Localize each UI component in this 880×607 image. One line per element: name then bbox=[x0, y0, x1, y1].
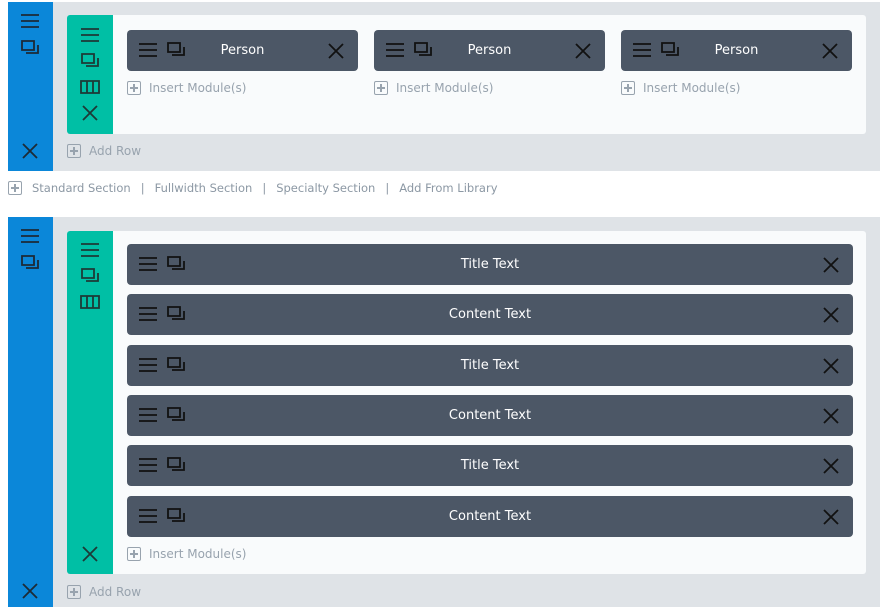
plus-icon bbox=[621, 81, 635, 95]
insert-module-label: Insert Module(s) bbox=[396, 81, 494, 95]
add-section-links: Standard Section | Fullwidth Section | S… bbox=[8, 181, 498, 195]
module-label: Person bbox=[220, 43, 265, 58]
plus-icon bbox=[8, 181, 22, 195]
duplicate-icon[interactable] bbox=[80, 52, 100, 70]
insert-module-button[interactable]: Insert Module(s) bbox=[127, 547, 246, 561]
close-icon[interactable] bbox=[821, 357, 841, 375]
plus-icon bbox=[374, 81, 388, 95]
module-label: Content Text bbox=[448, 307, 532, 322]
module-label: Content Text bbox=[448, 509, 532, 524]
drag-handle-icon[interactable] bbox=[138, 305, 158, 323]
duplicate-icon[interactable] bbox=[660, 41, 680, 59]
module-label: Content Text bbox=[448, 408, 532, 423]
drag-handle-icon[interactable] bbox=[138, 255, 158, 273]
module-title-text[interactable]: Title Text bbox=[127, 345, 853, 386]
section-2-toolbar bbox=[8, 217, 53, 607]
module-person[interactable]: Person bbox=[374, 30, 605, 71]
drag-handle-icon[interactable] bbox=[385, 41, 405, 59]
drag-handle-icon[interactable] bbox=[20, 227, 40, 245]
section-1: Person Person Person Insert Module(s) In… bbox=[8, 2, 880, 171]
duplicate-icon[interactable] bbox=[166, 406, 186, 424]
add-from-library-link[interactable]: Add From Library bbox=[399, 181, 497, 195]
drag-handle-icon[interactable] bbox=[80, 26, 100, 44]
drag-handle-icon[interactable] bbox=[138, 41, 158, 59]
drag-handle-icon[interactable] bbox=[20, 12, 40, 30]
drag-handle-icon[interactable] bbox=[138, 406, 158, 424]
close-icon[interactable] bbox=[326, 42, 346, 60]
duplicate-icon[interactable] bbox=[166, 41, 186, 59]
close-icon[interactable] bbox=[20, 142, 40, 160]
add-row-label: Add Row bbox=[89, 144, 142, 158]
plus-icon bbox=[127, 547, 141, 561]
module-label: Person bbox=[467, 43, 512, 58]
insert-module-button[interactable]: Insert Module(s) bbox=[621, 81, 740, 95]
duplicate-icon[interactable] bbox=[166, 456, 186, 474]
fullwidth-section-link[interactable]: Fullwidth Section bbox=[155, 181, 253, 195]
close-icon[interactable] bbox=[821, 407, 841, 425]
section-2: Title Text Content Text Title Text Content … bbox=[8, 217, 880, 607]
drag-handle-icon[interactable] bbox=[138, 456, 158, 474]
duplicate-icon[interactable] bbox=[20, 254, 40, 272]
add-row-button[interactable]: Add Row bbox=[67, 585, 141, 599]
drag-handle-icon[interactable] bbox=[80, 241, 100, 259]
close-icon[interactable] bbox=[821, 508, 841, 526]
module-label: Title Text bbox=[460, 358, 520, 373]
module-content-text[interactable]: Content Text bbox=[127, 496, 853, 537]
columns-icon[interactable] bbox=[80, 78, 100, 96]
separator: | bbox=[385, 181, 390, 195]
module-content-text[interactable]: Content Text bbox=[127, 294, 853, 335]
add-row-button[interactable]: Add Row bbox=[67, 144, 141, 158]
close-icon[interactable] bbox=[80, 545, 100, 563]
module-label: Title Text bbox=[460, 458, 520, 473]
drag-handle-icon[interactable] bbox=[632, 41, 652, 59]
close-icon[interactable] bbox=[573, 42, 593, 60]
separator: | bbox=[140, 181, 145, 195]
duplicate-icon[interactable] bbox=[166, 507, 186, 525]
module-label: Person bbox=[714, 43, 759, 58]
close-icon[interactable] bbox=[80, 104, 100, 122]
module-title-text[interactable]: Title Text bbox=[127, 244, 853, 285]
duplicate-icon[interactable] bbox=[166, 255, 186, 273]
insert-module-label: Insert Module(s) bbox=[643, 81, 741, 95]
duplicate-icon[interactable] bbox=[413, 41, 433, 59]
close-icon[interactable] bbox=[820, 42, 840, 60]
duplicate-icon[interactable] bbox=[166, 356, 186, 374]
row-1-toolbar bbox=[67, 15, 113, 134]
section-1-toolbar bbox=[8, 2, 53, 171]
drag-handle-icon[interactable] bbox=[138, 356, 158, 374]
plus-icon bbox=[127, 81, 141, 95]
specialty-section-link[interactable]: Specialty Section bbox=[276, 181, 375, 195]
plus-icon bbox=[67, 144, 81, 158]
duplicate-icon[interactable] bbox=[20, 39, 40, 57]
close-icon[interactable] bbox=[20, 582, 40, 600]
close-icon[interactable] bbox=[821, 306, 841, 324]
duplicate-icon[interactable] bbox=[80, 267, 100, 285]
close-icon[interactable] bbox=[821, 457, 841, 475]
module-title-text[interactable]: Title Text bbox=[127, 445, 853, 486]
insert-module-button[interactable]: Insert Module(s) bbox=[127, 81, 246, 95]
drag-handle-icon[interactable] bbox=[138, 507, 158, 525]
row-1: Person Person Person Insert Module(s) In… bbox=[67, 15, 866, 134]
insert-module-label: Insert Module(s) bbox=[149, 81, 247, 95]
close-icon[interactable] bbox=[821, 256, 841, 274]
plus-icon bbox=[67, 585, 81, 599]
standard-section-link[interactable]: Standard Section bbox=[32, 181, 131, 195]
separator: | bbox=[262, 181, 267, 195]
row-2-toolbar bbox=[67, 231, 113, 574]
module-content-text[interactable]: Content Text bbox=[127, 395, 853, 436]
add-row-label: Add Row bbox=[89, 585, 142, 599]
columns-icon[interactable] bbox=[80, 293, 100, 311]
duplicate-icon[interactable] bbox=[166, 305, 186, 323]
module-person[interactable]: Person bbox=[621, 30, 852, 71]
module-label: Title Text bbox=[460, 257, 520, 272]
insert-module-button[interactable]: Insert Module(s) bbox=[374, 81, 493, 95]
insert-module-label: Insert Module(s) bbox=[149, 547, 247, 561]
module-person[interactable]: Person bbox=[127, 30, 358, 71]
row-2: Title Text Content Text Title Text Content … bbox=[67, 231, 866, 574]
